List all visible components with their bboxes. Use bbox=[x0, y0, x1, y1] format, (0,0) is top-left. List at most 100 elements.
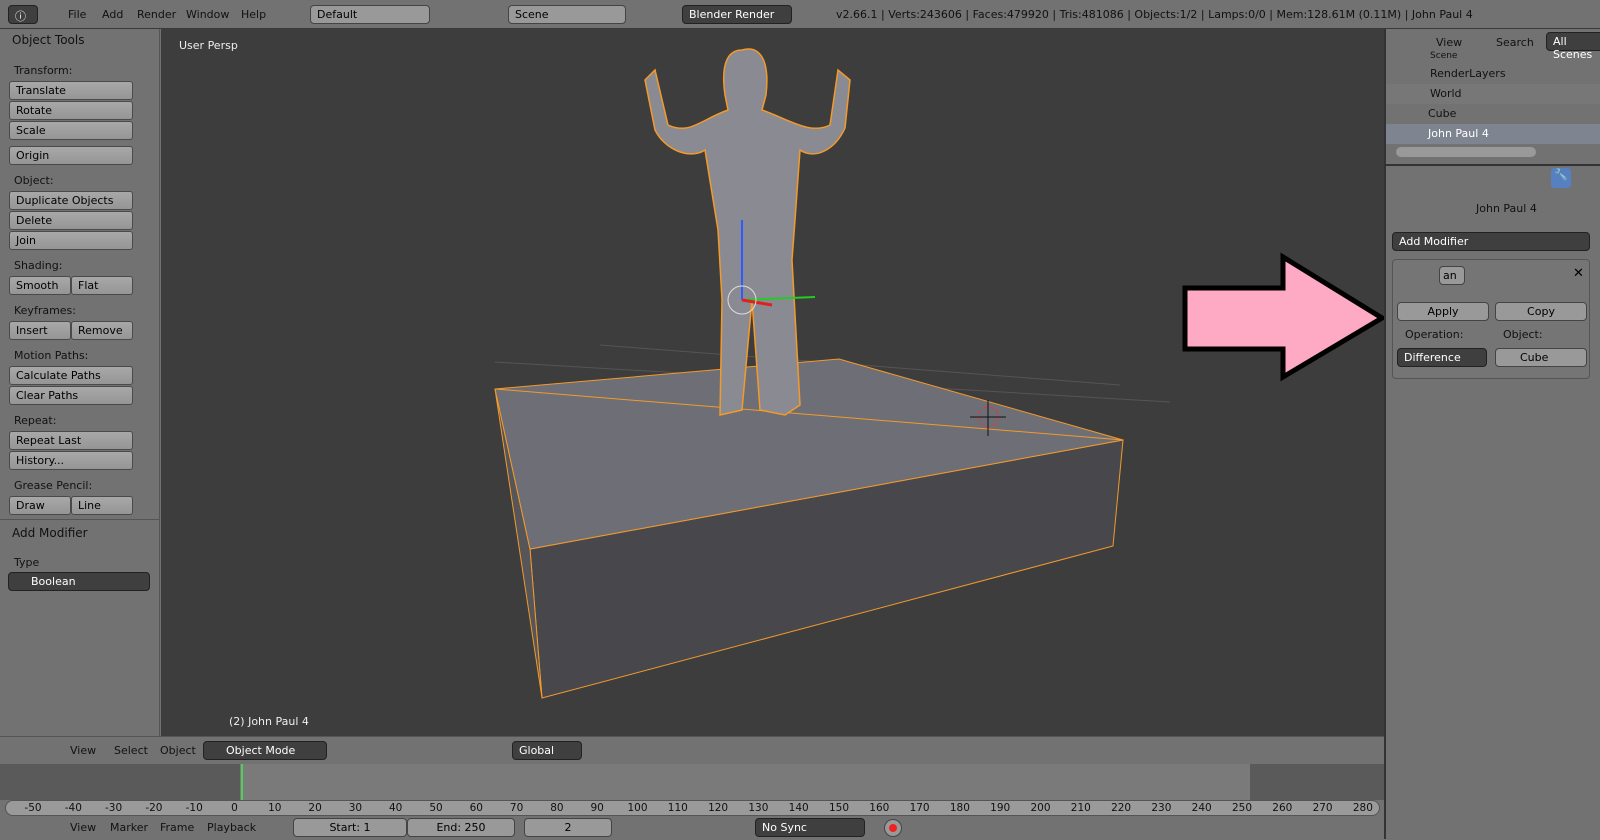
menu-add[interactable]: Add bbox=[102, 8, 123, 21]
frame-tick: 230 bbox=[1151, 802, 1172, 814]
rotate-button[interactable]: Rotate bbox=[9, 101, 133, 120]
scene-select[interactable]: Scene bbox=[508, 5, 626, 24]
properties-editor: John Paul 4 Add Modifier an ✕ Apply Copy… bbox=[1386, 190, 1600, 840]
scene-render bbox=[494, 48, 1384, 699]
add-modifier-select[interactable]: Add Modifier bbox=[1392, 232, 1590, 251]
frame-tick: -10 bbox=[185, 802, 203, 814]
copy-button[interactable]: Copy bbox=[1495, 302, 1587, 321]
object-label: Object: bbox=[1503, 328, 1543, 341]
marker-menu[interactable]: Marker bbox=[110, 821, 148, 834]
frame-tick: 140 bbox=[788, 802, 809, 814]
properties-header: 🔧 bbox=[1386, 164, 1600, 190]
modifier-tab-wrench-icon[interactable]: 🔧 bbox=[1551, 168, 1571, 188]
keyframes-label: Keyframes: bbox=[14, 304, 76, 317]
menu-file[interactable]: File bbox=[68, 8, 86, 21]
playback-menu[interactable]: Playback bbox=[207, 821, 256, 834]
layout-select[interactable]: Default bbox=[310, 5, 430, 24]
frame-tick: 150 bbox=[828, 802, 850, 814]
insert-button[interactable]: Insert bbox=[9, 321, 71, 340]
3d-viewport[interactable]: User Persp (2) John Paul 4 bbox=[161, 29, 1384, 736]
join-button[interactable]: Join bbox=[9, 231, 133, 250]
engine-select[interactable]: Blender Render bbox=[682, 5, 792, 24]
mode-select[interactable]: Object Mode bbox=[203, 741, 327, 760]
frame-menu[interactable]: Frame bbox=[160, 821, 194, 834]
type-select[interactable]: Boolean bbox=[8, 572, 150, 591]
draw-button[interactable]: Draw bbox=[9, 496, 71, 515]
add-modifier-header[interactable]: Add Modifier bbox=[12, 526, 88, 540]
select-menu[interactable]: Select bbox=[114, 744, 148, 757]
frame-tick: 160 bbox=[869, 802, 890, 814]
remove-button[interactable]: Remove bbox=[71, 321, 133, 340]
outliner-filter[interactable]: All Scenes bbox=[1546, 32, 1600, 61]
outliner-item-renderlayers[interactable]: RenderLayers bbox=[1386, 64, 1600, 84]
object-menu[interactable]: Object bbox=[160, 744, 196, 757]
object-field[interactable]: Cube bbox=[1495, 348, 1587, 367]
outliner-item-john-paul-4[interactable]: John Paul 4 bbox=[1386, 124, 1600, 144]
modifier-name-field[interactable]: an bbox=[1439, 266, 1465, 285]
scale-button[interactable]: Scale bbox=[9, 121, 133, 140]
frame-ruler[interactable]: -50 -40 -30 -20 -10 0 10 20 30 40 50 60 70 80 90 100 110… bbox=[5, 800, 1380, 816]
tool-shelf: Object Tools Transform: Translate Rotate… bbox=[0, 29, 160, 736]
calculate-paths-button[interactable]: Calculate Paths bbox=[9, 366, 133, 385]
outliner-scrollbar[interactable] bbox=[1396, 147, 1536, 157]
transform-label: Transform: bbox=[14, 64, 73, 77]
pink-arrow-annotation bbox=[1182, 252, 1384, 382]
outliner-item-scene[interactable]: Scene bbox=[1386, 51, 1600, 61]
translate-button[interactable]: Translate bbox=[9, 81, 133, 100]
frame-tick: -40 bbox=[64, 802, 82, 814]
delete-button[interactable]: Delete bbox=[9, 211, 133, 230]
record-button[interactable] bbox=[884, 819, 902, 837]
history-button[interactable]: History... bbox=[9, 451, 133, 470]
clear-paths-button[interactable]: Clear Paths bbox=[9, 386, 133, 405]
operation-label: Operation: bbox=[1405, 328, 1464, 341]
smooth-button[interactable]: Smooth bbox=[9, 276, 71, 295]
grease-pencil-label: Grease Pencil: bbox=[14, 479, 93, 492]
menu-help[interactable]: Help bbox=[241, 8, 266, 21]
flat-button[interactable]: Flat bbox=[71, 276, 133, 295]
start-frame-field[interactable]: Start: 1 bbox=[293, 818, 407, 837]
frame-tick: 20 bbox=[308, 802, 322, 814]
top-bar: ⓘ File Add Render Window Help Default Sc… bbox=[0, 0, 1600, 29]
human-mesh bbox=[644, 48, 851, 416]
origin-button[interactable]: Origin bbox=[9, 146, 133, 165]
scene-stats: v2.66.1 | Verts:243606 | Faces:479920 | … bbox=[836, 8, 1473, 21]
line-button[interactable]: Line bbox=[71, 496, 133, 515]
type-label: Type bbox=[14, 556, 40, 569]
view-menu[interactable]: View bbox=[70, 821, 96, 834]
duplicate-button[interactable]: Duplicate Objects bbox=[9, 191, 133, 210]
frame-tick: 100 bbox=[627, 802, 648, 814]
menu-render[interactable]: Render bbox=[137, 8, 176, 21]
outliner-item-world[interactable]: World bbox=[1386, 84, 1600, 104]
frame-tick: 130 bbox=[748, 802, 769, 814]
current-frame-marker[interactable] bbox=[241, 764, 243, 800]
remove-modifier-close-icon[interactable]: ✕ bbox=[1573, 266, 1584, 281]
divider bbox=[0, 519, 160, 520]
orientation-select[interactable]: Global bbox=[512, 741, 582, 760]
outliner-search-menu[interactable]: Search bbox=[1496, 36, 1534, 49]
frame-tick: 250 bbox=[1231, 802, 1253, 814]
frame-tick: 50 bbox=[429, 802, 443, 814]
sync-select[interactable]: No Sync bbox=[755, 818, 865, 837]
timeline[interactable] bbox=[0, 764, 1384, 800]
shading-label: Shading: bbox=[14, 259, 63, 272]
frame-tick: 220 bbox=[1111, 802, 1132, 814]
object-tools-header[interactable]: Object Tools bbox=[12, 33, 84, 47]
apply-button[interactable]: Apply bbox=[1397, 302, 1489, 321]
outliner-item-cube[interactable]: Cube bbox=[1386, 104, 1600, 124]
repeat-last-button[interactable]: Repeat Last bbox=[9, 431, 133, 450]
frame-tick: 200 bbox=[1030, 802, 1051, 814]
frame-tick: 30 bbox=[348, 802, 363, 814]
end-frame-field[interactable]: End: 250 bbox=[407, 818, 515, 837]
frame-tick: 260 bbox=[1272, 802, 1293, 814]
frame-tick: -20 bbox=[145, 802, 163, 814]
view-menu[interactable]: View bbox=[70, 744, 96, 757]
timeline-header: View Marker Frame Playback Start: 1 End:… bbox=[0, 816, 1384, 839]
current-frame-field[interactable]: 2 bbox=[524, 818, 612, 837]
outliner: View Search All Scenes Scene RenderLayer… bbox=[1386, 29, 1600, 164]
operation-select[interactable]: Difference bbox=[1397, 348, 1487, 367]
context-object-name: John Paul 4 bbox=[1476, 202, 1537, 215]
info-editor-icon[interactable]: ⓘ bbox=[8, 5, 38, 24]
outliner-view-menu[interactable]: View bbox=[1436, 36, 1462, 49]
frame-tick: 0 bbox=[231, 802, 238, 814]
menu-window[interactable]: Window bbox=[186, 8, 229, 21]
